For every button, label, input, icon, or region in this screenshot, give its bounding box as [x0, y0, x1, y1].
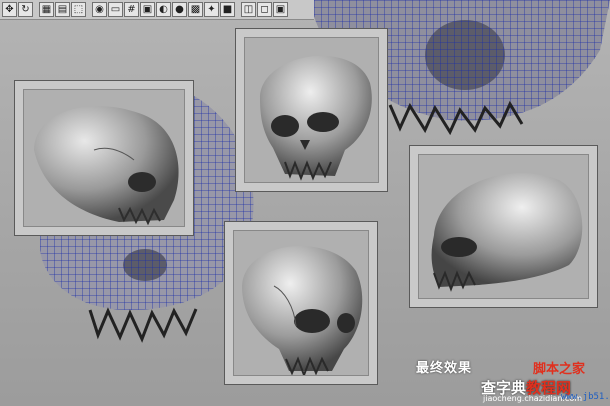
toolbar-separator	[236, 2, 240, 17]
rotate-icon[interactable]: ↻	[18, 2, 33, 17]
move-icon[interactable]: ✥	[2, 2, 17, 17]
isolate-icon[interactable]: ◻	[257, 2, 272, 17]
wireframe-icon[interactable]: ⬚	[71, 2, 86, 17]
skull-render-right	[409, 145, 598, 308]
watermark-url[interactable]: www.jb51.net	[561, 392, 610, 402]
final-result-caption: 最终效果	[416, 361, 473, 376]
watermark-site-right: 脚本之家	[533, 362, 586, 377]
shaded-icon[interactable]: ◐	[156, 2, 171, 17]
lights-icon[interactable]: ✦	[204, 2, 219, 17]
render-icon[interactable]: ▣	[273, 2, 288, 17]
smooth-shade-icon[interactable]: ●	[172, 2, 187, 17]
maya-viewport[interactable]: ✥ ↻ ▦ ▤ ⬚ ◉ ▭ # ▣ ◐ ● ▩ ✦ ■ ◫ ◻ ▣ 最终效果 脚…	[0, 0, 610, 406]
skull-image-bottom	[242, 245, 363, 375]
textured-icon[interactable]: ▩	[188, 2, 203, 17]
shadows-icon[interactable]: ■	[220, 2, 235, 17]
skull-render-left	[14, 80, 194, 236]
safe-action-icon[interactable]: ▣	[140, 2, 155, 17]
toolbar-separator	[34, 2, 38, 17]
skull-render-top	[235, 28, 388, 192]
image-plane-icon[interactable]: ▦	[39, 2, 54, 17]
viewport-toolbar: ✥ ↻ ▦ ▤ ⬚ ◉ ▭ # ▣ ◐ ● ▩ ✦ ■ ◫ ◻ ▣	[0, 0, 314, 20]
grid-icon[interactable]: #	[124, 2, 139, 17]
xray-icon[interactable]: ◫	[241, 2, 256, 17]
watermark-jb51: 脚本之家	[533, 358, 585, 377]
skull-image-top	[260, 55, 372, 181]
skull-render-bottom	[224, 221, 378, 385]
toolbar-separator	[87, 2, 91, 17]
skull-image-left	[34, 106, 179, 226]
skull-image-right	[431, 173, 583, 292]
film-gate-icon[interactable]: ▭	[108, 2, 123, 17]
bookmark-icon[interactable]: ▤	[55, 2, 70, 17]
camera-icon[interactable]: ◉	[92, 2, 107, 17]
